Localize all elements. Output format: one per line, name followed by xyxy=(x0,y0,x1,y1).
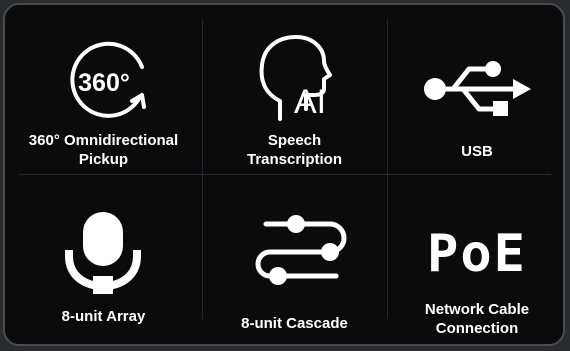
feature-label: Network Cable Connection xyxy=(387,300,563,338)
feature-8-unit-cascade: 8-unit Cascade xyxy=(202,174,387,344)
feature-label-line: 8-unit Array xyxy=(61,308,146,325)
feature-poe: PoE Network Cable Connection xyxy=(387,174,563,344)
microphone-icon xyxy=(65,212,141,294)
svg-text:AI: AI xyxy=(294,83,326,121)
feature-label-line: Speech xyxy=(267,132,322,149)
feature-label-line: Pickup xyxy=(78,151,129,168)
ai-head-icon: AI xyxy=(259,35,332,121)
poe-icon: PoE xyxy=(427,224,527,284)
feature-label-line: Connection xyxy=(435,320,519,337)
feature-speech-transcription: AI Speech Transcription xyxy=(202,5,387,174)
feature-360-pickup: 360° 360° Omnidirectional Pickup xyxy=(5,5,202,174)
features-panel: 360° 360° Omnidirectional Pickup AI Spee… xyxy=(3,3,565,346)
360-rotate-icon: 360° xyxy=(70,41,146,118)
features-grid: 360° 360° Omnidirectional Pickup AI Spee… xyxy=(5,5,563,344)
feature-label: USB xyxy=(387,142,563,161)
svg-text:360°: 360° xyxy=(78,69,130,97)
feature-label-line: USB xyxy=(461,143,493,160)
feature-label-line: 8-unit Cascade xyxy=(241,315,348,332)
cascade-sliders-icon xyxy=(255,215,347,285)
feature-label: 8-unit Cascade xyxy=(202,314,387,333)
feature-label: 360° Omnidirectional Pickup xyxy=(5,131,202,169)
usb-icon xyxy=(424,61,531,116)
feature-label-line: Transcription xyxy=(246,151,343,168)
feature-8-unit-array: 8-unit Array xyxy=(5,174,202,344)
feature-label: Speech Transcription xyxy=(202,131,387,169)
feature-usb: USB xyxy=(387,5,563,174)
feature-label-line: 360° Omnidirectional xyxy=(28,132,179,149)
feature-label: 8-unit Array xyxy=(5,307,202,326)
feature-label-line: Network Cable xyxy=(424,301,530,318)
